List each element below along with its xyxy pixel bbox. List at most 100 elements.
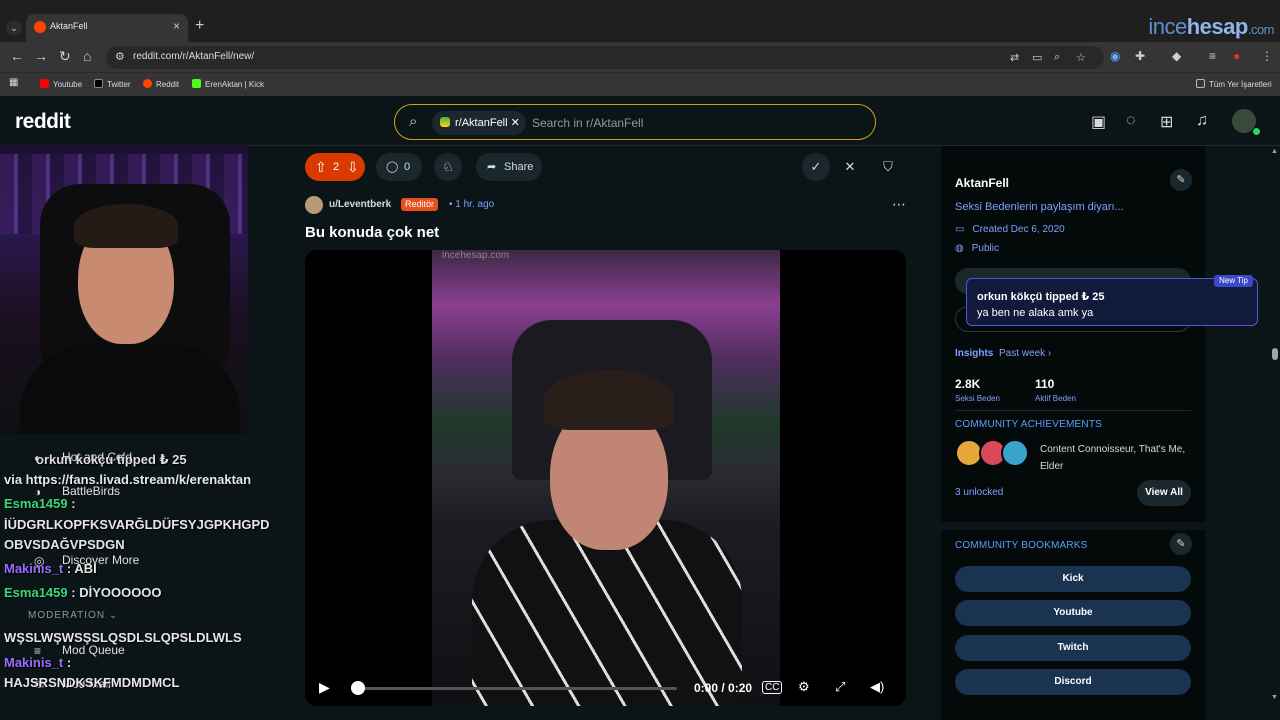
page-scrollbar[interactable]: ▲ ▼ — [1270, 146, 1280, 720]
stat-label: Seksi Beden — [955, 394, 1000, 403]
reddit-favicon-icon — [34, 21, 46, 33]
community-bookmark-kick[interactable]: Kick — [955, 566, 1191, 592]
video-progress-track[interactable] — [357, 687, 677, 690]
ads-icon[interactable]: ▣ — [1091, 112, 1106, 132]
tip-line-2: ya ben ne alaka amk ya — [977, 307, 1094, 319]
all-bookmarks[interactable]: Tüm Yer İşaretleri — [1196, 79, 1272, 89]
scrollbar-thumb[interactable] — [1272, 348, 1278, 360]
user-avatar[interactable] — [1232, 109, 1260, 135]
search-input[interactable]: Search in r/AktanFell — [532, 116, 643, 130]
browser-tab-bar: ⌄ AktanFell × + incehesap.com — [0, 0, 1280, 42]
search-bar[interactable]: ⌕ r/AktanFell ✕ Search in r/AktanFell — [394, 104, 876, 140]
community-created: ▭ Created Dec 6, 2020 — [955, 224, 1065, 235]
fullscreen-icon[interactable]: ⤢ — [835, 679, 845, 695]
stat-value: 2.8K — [955, 377, 981, 391]
award-icon[interactable]: ♘ — [434, 153, 462, 181]
achievements-unlocked: 3 unlocked — [955, 487, 1004, 498]
forward-icon[interactable]: → — [34, 48, 48, 64]
nav-item-mod-queue[interactable]: Mod Queue — [62, 643, 125, 657]
tip-notification: New Tip orkun kökçü tipped ₺ 25 ya ben n… — [966, 275, 1258, 326]
video-controls: ▶ 0:00 / 0:20 CC ⚙ ⤢ ◀) — [305, 670, 906, 706]
post-title[interactable]: Bu konuda çok net — [305, 224, 439, 241]
reload-icon[interactable]: ↻ — [59, 48, 71, 65]
bookmark-star-icon[interactable]: ☆ — [1076, 51, 1086, 64]
comments-button[interactable]: ◯ 0 — [376, 153, 422, 181]
reddit-logo[interactable]: reddit — [15, 110, 71, 134]
video-frame: incehesap.com — [432, 250, 780, 706]
back-icon[interactable]: ← — [10, 48, 24, 64]
scroll-up-icon[interactable]: ▲ — [1271, 148, 1278, 155]
video-time: 0:00 / 0:20 — [694, 681, 753, 695]
community-description: Seksi Bedenlerin paylaşım diyarı... — [955, 201, 1124, 213]
media-icon[interactable]: ≡ — [1209, 49, 1216, 63]
apps-icon[interactable]: ▦ — [9, 77, 18, 88]
remove-icon[interactable]: ✕ — [836, 153, 864, 181]
share-button[interactable]: ➦ Share — [476, 153, 542, 181]
bookmark-kick[interactable]: ErenAktan | Kick — [192, 79, 264, 89]
settings-gear-icon[interactable]: ⚙ — [798, 679, 810, 695]
new-tip-badge: New Tip — [1214, 275, 1253, 287]
create-post-icon[interactable]: ⊞ — [1160, 112, 1173, 132]
browser-toolbar: ← → ↻ ⌂ ⚙ reddit.com/r/AktanFell/new/ ⇄ … — [0, 42, 1280, 72]
edit-bookmarks-icon[interactable]: ✎ — [1170, 533, 1192, 555]
notifications-icon[interactable]: ♫ — [1196, 112, 1208, 130]
user-flair: Reditör — [401, 198, 439, 211]
vote-bar: ⇧ 2 ⇩ — [305, 153, 365, 181]
view-all-button[interactable]: View All — [1137, 480, 1191, 506]
community-bookmark-twitch[interactable]: Twitch — [955, 635, 1191, 661]
captions-icon[interactable]: CC — [762, 681, 783, 694]
bookmark-twitter[interactable]: Twitter — [94, 79, 131, 89]
post-author[interactable]: u/Leventberk — [329, 199, 391, 210]
volume-icon[interactable]: ◀) — [870, 679, 884, 695]
address-bar[interactable]: ⚙ reddit.com/r/AktanFell/new/ ⇄ ▭ ⌕ ☆ — [106, 46, 1104, 69]
achievement-badge-icon[interactable] — [1001, 439, 1029, 467]
incognito-icon[interactable]: ◆ — [1172, 49, 1181, 63]
new-tab-icon[interactable]: + — [195, 17, 204, 35]
zoom-icon[interactable]: ⌕ — [1054, 51, 1060, 64]
upvote-icon[interactable]: ⇧ — [315, 153, 327, 181]
video-player[interactable]: incehesap.com ▶ 0:00 / 0:20 CC ⚙ ⤢ ◀) — [305, 250, 906, 706]
twitter-icon — [94, 79, 103, 88]
home-icon[interactable]: ⌂ — [83, 48, 91, 64]
browser-tab[interactable]: AktanFell × — [26, 14, 188, 42]
scroll-down-icon[interactable]: ▼ — [1271, 694, 1278, 701]
translate-icon[interactable]: ⇄ — [1010, 51, 1019, 64]
video-watermark: incehesap.com — [442, 250, 510, 261]
approve-icon[interactable]: ✓ — [802, 153, 830, 181]
post-column: ⇧ 2 ⇩ ◯ 0 ♘ ➦ Share ✓ ✕ ⛉ u/Leventberk R… — [292, 146, 920, 720]
insights-period-selector[interactable]: Past week › — [999, 348, 1051, 359]
chat-line: Esma1459 : — [4, 496, 76, 511]
chat-line: Esma1459 : DİYOOOOOO — [4, 585, 162, 600]
close-tab-icon[interactable]: × — [173, 19, 180, 33]
author-avatar[interactable] — [305, 196, 323, 214]
globe-icon: ◍ — [955, 243, 964, 254]
profile-icon[interactable]: ● — [1233, 49, 1240, 63]
site-info-icon[interactable]: ⚙ — [115, 50, 125, 63]
chat-line: via https://fans.livad.stream/k/erenakta… — [4, 472, 252, 487]
mod-shield-icon[interactable]: ⛉ — [874, 153, 902, 181]
subreddit-icon — [440, 117, 450, 127]
community-bookmark-discord[interactable]: Discord — [955, 669, 1191, 695]
cake-icon: ▭ — [955, 224, 965, 235]
downvote-icon[interactable]: ⇩ — [347, 153, 359, 181]
reading-icon[interactable]: ◉ — [1110, 49, 1120, 63]
more-options-icon[interactable]: ⋯ — [892, 196, 906, 213]
chat-icon[interactable]: ◌ — [1126, 112, 1136, 130]
edit-community-icon[interactable]: ✎ — [1170, 169, 1192, 191]
tab-search-icon[interactable]: ⌄ — [6, 20, 22, 36]
video-progress-handle[interactable] — [351, 681, 365, 695]
bookmark-reddit[interactable]: Reddit — [143, 79, 179, 89]
cast-icon[interactable]: ▭ — [1032, 51, 1042, 64]
chat-line: HAJSRSNDKSKFMDMDMCL — [4, 675, 180, 690]
moderation-heading[interactable]: MODERATION ⌄ — [28, 610, 118, 621]
subreddit-chip[interactable]: r/AktanFell ✕ — [432, 111, 526, 135]
address-url: reddit.com/r/AktanFell/new/ — [133, 51, 255, 62]
chip-close-icon[interactable]: ✕ — [511, 117, 520, 129]
play-icon[interactable]: ▶ — [319, 679, 330, 696]
menu-icon[interactable]: ⋮ — [1261, 49, 1273, 63]
extensions-icon[interactable]: ✚ — [1135, 49, 1145, 63]
kick-icon — [192, 79, 201, 88]
community-bookmark-youtube[interactable]: Youtube — [955, 600, 1191, 626]
chat-line: Makinis_t : — [4, 655, 72, 670]
bookmark-youtube[interactable]: Youtube — [40, 79, 82, 89]
